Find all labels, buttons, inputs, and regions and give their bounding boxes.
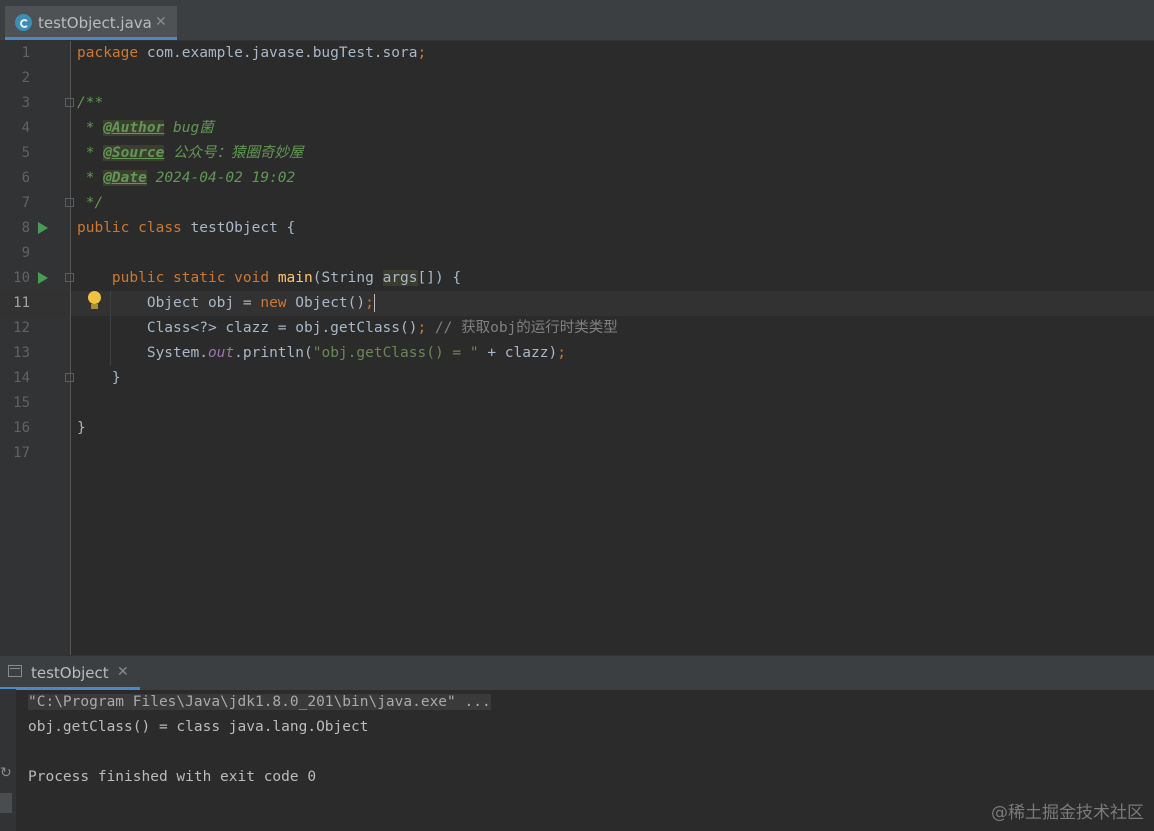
comment-star: * [77, 145, 104, 161]
console-command-line[interactable]: "C:\Program Files\Java\jdk1.8.0_201\bin\… [28, 690, 491, 715]
line-number: 15 [13, 395, 30, 411]
run-tool-window: testObject ✕ ↻ "C:\Program Files\Java\jd… [0, 655, 1154, 831]
code-text: (String [312, 270, 383, 286]
editor-tab-bar: testObject.java ✕ [0, 0, 1154, 41]
run-main-icon[interactable] [38, 272, 48, 284]
parameter: args [382, 270, 418, 286]
gutter-separator [70, 41, 71, 655]
line-number: 6 [21, 170, 30, 186]
line-number: 3 [21, 95, 30, 111]
line-number: 4 [21, 120, 30, 136]
static-field: out [207, 345, 235, 361]
run-tab-label: testObject [31, 664, 109, 682]
code-line-7[interactable]: */ [77, 191, 103, 216]
code-line-1[interactable]: package com.example.javase.bugTest.sora; [77, 41, 426, 66]
console-output-line: obj.getClass() = class java.lang.Object [28, 719, 369, 735]
code-text: Class<?> clazz = obj.getClass() [146, 320, 418, 336]
line-number: 11 [13, 295, 30, 311]
keyword: class [138, 220, 182, 236]
line-number: 12 [13, 320, 30, 336]
close-run-tab-icon[interactable]: ✕ [117, 664, 129, 680]
line-comment: // 获取obj的运行时类类型 [426, 320, 618, 336]
keyword: public [77, 220, 130, 236]
fold-icon[interactable] [65, 273, 74, 282]
line-number: 7 [21, 195, 30, 211]
keyword: new [260, 295, 287, 311]
method-name: main [277, 270, 313, 286]
fold-icon[interactable] [65, 373, 74, 382]
run-tab-testobject[interactable]: testObject ✕ [0, 656, 140, 690]
code-line-4[interactable]: * @Author bug菌 [77, 116, 214, 141]
code-text: + clazz) [478, 345, 558, 361]
text-cursor [373, 294, 375, 312]
code-line-10[interactable]: public static void main(String args[]) { [77, 266, 461, 291]
code-text: Object() [286, 295, 366, 311]
javadoc-tag: @Date [103, 170, 147, 186]
keyword: public [111, 270, 165, 286]
semicolon: ; [417, 45, 427, 61]
console-command: "C:\Program Files\Java\jdk1.8.0_201\bin\… [28, 694, 491, 710]
line-number: 9 [21, 245, 30, 261]
console-icon [8, 665, 22, 677]
scroll-to-end-icon[interactable] [0, 793, 12, 813]
code-text: Object obj = [146, 295, 261, 311]
code-line-13[interactable]: System.out.println("obj.getClass() = " +… [77, 341, 566, 366]
code-line-16[interactable]: } [77, 416, 86, 441]
rerun-icon[interactable]: ↻ [0, 765, 12, 781]
string-literal: "obj.getClass() = " [312, 345, 479, 361]
line-number: 2 [21, 70, 30, 86]
keyword: static [173, 270, 226, 286]
line-number: 8 [21, 220, 30, 236]
line-number: 17 [13, 445, 30, 461]
line-number: 10 [13, 270, 30, 286]
editor-tab-testobject[interactable]: testObject.java ✕ [5, 6, 177, 40]
semicolon: ; [365, 295, 374, 311]
code-text: System. [146, 345, 208, 361]
watermark: @稀土掘金技术社区 [991, 803, 1144, 823]
fold-icon[interactable] [65, 98, 74, 107]
line-number: 1 [21, 45, 30, 61]
code-line-14[interactable]: } [77, 366, 121, 391]
code-text: []) { [417, 270, 462, 286]
code-line-3[interactable]: /** [77, 91, 103, 116]
java-class-icon [15, 14, 32, 31]
fold-icon[interactable] [65, 198, 74, 207]
comment-star: * [77, 170, 104, 186]
code-line-6[interactable]: * @Date 2024-04-02 19:02 [77, 166, 295, 191]
editor-tab-label: testObject.java [38, 14, 152, 32]
semicolon: ; [557, 345, 566, 361]
line-number: 13 [13, 345, 30, 361]
keyword: package [77, 45, 139, 61]
class-name: testObject { [181, 220, 296, 236]
code-text: .println( [234, 345, 313, 361]
line-number: 16 [13, 420, 30, 436]
comment-text: bug菌 [164, 120, 214, 136]
javadoc-tag: @Author [103, 120, 165, 136]
code-line-12[interactable]: Class<?> clazz = obj.getClass(); // 获取ob… [77, 316, 618, 341]
line-number: 14 [13, 370, 30, 386]
semicolon: ; [417, 320, 427, 336]
comment-star: * [77, 120, 104, 136]
code-text: com.example.javase.bugTest.sora [138, 45, 418, 61]
console-exit-line: Process finished with exit code 0 [28, 769, 317, 785]
code-line-5[interactable]: * @Source 公众号：猿圈奇妙屋 [77, 141, 304, 166]
code-line-8[interactable]: public class testObject { [77, 216, 295, 241]
run-toolbar: ↻ [0, 689, 16, 831]
line-number: 5 [21, 145, 30, 161]
comment-text: 公众号：猿圈奇妙屋 [164, 145, 304, 161]
keyword: void [234, 270, 270, 286]
javadoc-tag: @Source [103, 145, 165, 161]
code-line-11[interactable]: Object obj = new Object(); [77, 291, 375, 316]
run-tab-bar: testObject ✕ [0, 655, 1154, 690]
close-tab-icon[interactable]: ✕ [155, 14, 167, 30]
comment-text: 2024-04-02 19:02 [146, 170, 296, 186]
run-class-icon[interactable] [38, 222, 48, 234]
